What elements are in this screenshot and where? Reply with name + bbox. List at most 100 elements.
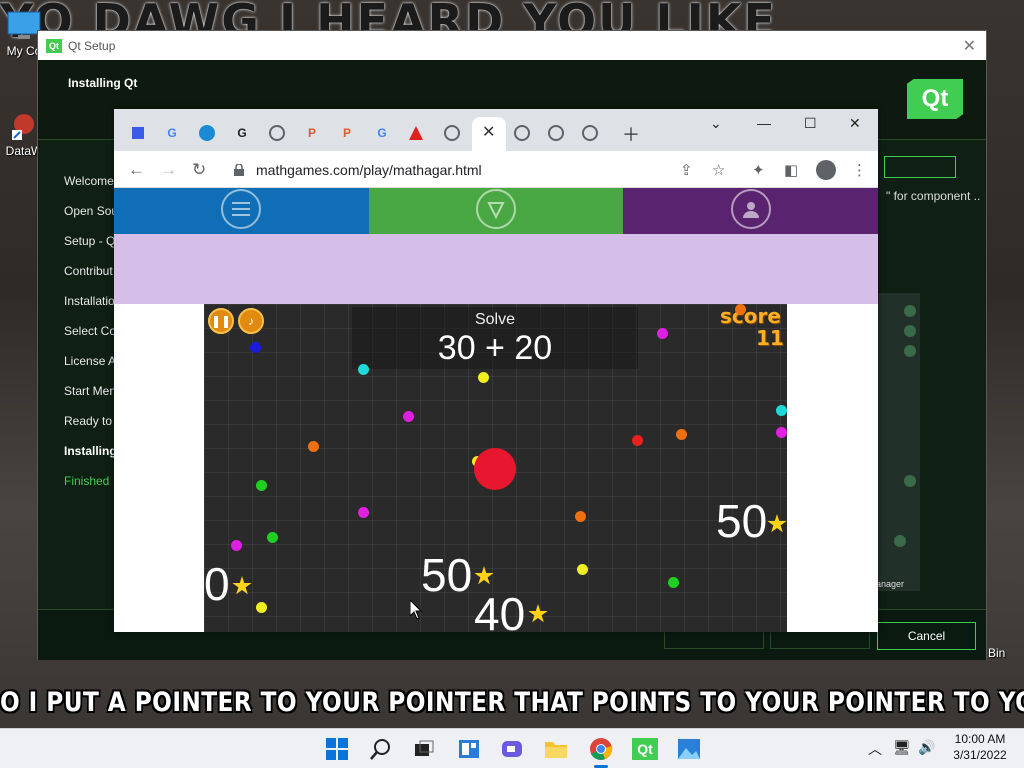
chrome-icon[interactable] [514, 125, 530, 141]
pellet [250, 342, 261, 353]
mathagar-game[interactable]: ❚❚ ♪ Solve 30 + 20 score 11 0 50 40 50 [204, 304, 787, 632]
google-plus-icon[interactable]: G [234, 125, 250, 141]
player-cell[interactable] [474, 448, 516, 490]
ad-banner [114, 234, 878, 304]
sound-icon[interactable]: ♪ [238, 308, 264, 334]
lock-icon [234, 163, 244, 176]
cancel-button[interactable]: Cancel [877, 622, 976, 650]
question-box: Solve 30 + 20 [352, 307, 638, 369]
qt-window-title: Qt Setup [68, 38, 116, 53]
photos-icon[interactable] [675, 735, 703, 763]
forward-arrow-icon[interactable]: → [160, 160, 177, 180]
maximize-icon[interactable]: ☐ [804, 115, 817, 132]
task-view-icon[interactable] [410, 735, 438, 763]
qt-step: Select Co [64, 324, 117, 338]
url-bar[interactable]: mathgames.com/play/mathagar.html [256, 162, 482, 178]
site-navbar [114, 188, 878, 234]
qt-step: Setup - Q [64, 234, 116, 248]
qt-details-panel [874, 293, 920, 591]
pear-icon[interactable]: P [339, 125, 355, 141]
qt-titlebar: Qt Qt Setup ✕ [38, 31, 986, 60]
close-icon[interactable]: ✕ [963, 36, 976, 56]
star-icon [474, 566, 494, 585]
pellet [776, 427, 787, 438]
minimize-icon[interactable]: — [757, 115, 771, 131]
qt-taskbar-icon[interactable]: Qt [631, 735, 659, 763]
file-explorer-icon[interactable] [542, 735, 570, 763]
answer-orb[interactable]: 50 [421, 552, 472, 598]
qt-step: Start Men [64, 384, 117, 398]
pellet [575, 511, 586, 522]
pellet [776, 405, 787, 416]
pellet [657, 328, 668, 339]
browser-toolbar: ← → ↻ mathgames.com/play/mathagar.html ⇪… [114, 151, 878, 188]
score-label: score [720, 304, 781, 328]
menu-icon[interactable] [221, 189, 262, 229]
system-clock[interactable]: 10:00 AM 3/31/2022 [938, 731, 1022, 763]
logo-icon[interactable] [476, 189, 516, 229]
reload-icon[interactable]: ↻ [192, 160, 206, 180]
qt-app-icon: Qt [46, 38, 62, 53]
answer-orb[interactable]: 0 [204, 561, 230, 607]
chevron-up-icon[interactable]: ︿ [868, 739, 882, 759]
chrome-icon[interactable] [269, 125, 285, 141]
star-icon[interactable]: ☆ [712, 161, 725, 179]
nav-menu-segment[interactable] [114, 188, 369, 234]
profile-icon[interactable] [816, 160, 836, 180]
chrome-icon[interactable] [444, 125, 460, 141]
close-icon[interactable]: ✕ [482, 122, 495, 142]
score-value: 11 [756, 326, 784, 350]
user-icon[interactable] [730, 189, 771, 229]
chrome-taskbar-icon[interactable] [587, 735, 615, 763]
back-arrow-icon[interactable]: ← [128, 160, 145, 180]
chat-icon[interactable] [498, 735, 526, 763]
pear-icon[interactable]: P [304, 125, 320, 141]
nav-home-segment[interactable] [368, 188, 624, 234]
qt-manager-text: anager [876, 579, 905, 589]
google-icon[interactable]: G [164, 125, 180, 141]
volume-icon[interactable]: 🔊 [918, 739, 935, 756]
meme-bottom-text: O I PUT A POINTER TO YOUR POINTER THAT P… [0, 687, 1024, 718]
pellet [256, 602, 267, 613]
star-icon [232, 576, 252, 595]
pellet [231, 540, 242, 551]
clock-date: 3/31/2022 [953, 748, 1007, 762]
share-icon[interactable]: ⇪ [680, 161, 693, 179]
qt-step: Ready to I [64, 414, 119, 428]
search-icon[interactable] [367, 735, 395, 763]
pellet [676, 429, 687, 440]
windows-start-icon[interactable] [323, 735, 351, 763]
chrome-window: G G P P G ✕ ＋ ⌄ — ☐ ✕ ← → ↻ mathgames.co… [114, 109, 878, 632]
extensions-icon[interactable]: ✦ [752, 161, 765, 179]
answer-orb[interactable]: 40 [474, 591, 525, 632]
new-tab-icon[interactable]: ＋ [622, 121, 640, 147]
question-expression: 30 + 20 [437, 329, 553, 367]
site-icon[interactable] [199, 125, 215, 141]
widgets-icon[interactable] [455, 735, 483, 763]
close-window-icon[interactable]: ✕ [849, 115, 861, 132]
pellet [403, 411, 414, 422]
pellet [668, 577, 679, 588]
nav-account-segment[interactable] [623, 188, 878, 234]
pause-icon[interactable]: ❚❚ [208, 308, 234, 334]
adobe-icon[interactable] [408, 125, 424, 141]
side-panel-icon[interactable]: ◧ [784, 161, 798, 179]
answer-orb[interactable]: 50 [716, 498, 767, 544]
square-icon[interactable] [130, 125, 146, 141]
menu-kebab-icon[interactable]: ⋮ [852, 161, 867, 179]
qt-step: Installatio [64, 294, 115, 308]
chevron-down-icon[interactable]: ⌄ [710, 115, 722, 132]
network-icon[interactable]: 🖥 [893, 739, 911, 756]
google-icon[interactable]: G [374, 125, 390, 141]
qt-step: Welcome [64, 174, 114, 188]
qt-step: License A [64, 354, 117, 368]
pellet [632, 435, 643, 446]
chrome-icon[interactable] [582, 125, 598, 141]
chrome-icon[interactable] [548, 125, 564, 141]
pellet [358, 507, 369, 518]
clock-time: 10:00 AM [954, 732, 1006, 746]
pellet [308, 441, 319, 452]
recycle-bin-label[interactable]: Bin [988, 646, 1005, 660]
qt-progress-field [884, 156, 956, 178]
pellet [577, 564, 588, 575]
